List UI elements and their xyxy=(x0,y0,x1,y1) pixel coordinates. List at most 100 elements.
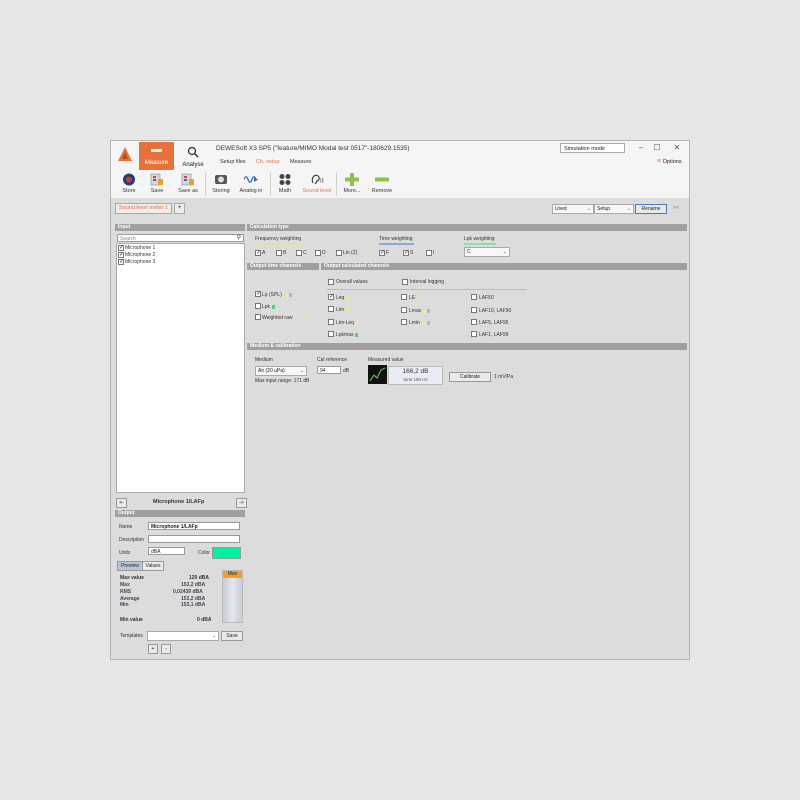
store-button[interactable]: Store xyxy=(115,172,143,196)
name-field[interactable]: Microphone 1/LAFp xyxy=(148,522,240,530)
checkbox-lim-leq[interactable] xyxy=(328,319,334,325)
checkbox-laf10-laf90[interactable] xyxy=(471,307,477,313)
sound-level-icon: ((( xyxy=(311,174,324,185)
checkbox-time-f[interactable] xyxy=(379,249,385,256)
save-as-button[interactable]: Save as xyxy=(174,172,202,196)
overall-values-label: Overall values xyxy=(336,279,368,285)
cal-reference-field[interactable]: 94 xyxy=(317,366,341,374)
tab-measure[interactable]: Measure xyxy=(290,159,311,165)
channel-checkbox[interactable] xyxy=(118,258,124,265)
max-value-label: Max value xyxy=(120,575,144,581)
swatch-green xyxy=(272,305,275,309)
leq-label: Leq xyxy=(336,295,345,301)
close-icon[interactable]: ✕ xyxy=(671,143,683,153)
measured-value: 166,2 dB xyxy=(402,368,429,375)
simulation-mode-field[interactable]: Simulation mode xyxy=(560,143,625,153)
max-input-range-label: Max input range: 171 dB xyxy=(255,378,310,384)
math-button[interactable]: Math xyxy=(271,172,299,196)
checkbox-weight-b[interactable] xyxy=(276,250,282,256)
laf5-laf95-label: LAF5, LAF95 xyxy=(479,320,509,326)
divider xyxy=(327,289,527,290)
checkbox-laf5-laf95[interactable] xyxy=(471,319,477,325)
tab-ch-setup[interactable]: Ch. setup xyxy=(256,159,280,165)
laf1-laf99-label: LAF1, LAF99 xyxy=(479,332,509,338)
save-button[interactable]: Save xyxy=(143,172,171,196)
color-swatch[interactable] xyxy=(212,547,241,559)
next-channel-button[interactable]: -> xyxy=(236,498,247,508)
checkbox-lpkmax[interactable] xyxy=(328,331,334,337)
checkbox-laf50[interactable] xyxy=(471,294,477,300)
search-input[interactable]: Search ⚲ xyxy=(117,234,244,242)
maximize-icon[interactable]: ☐ xyxy=(651,143,663,153)
calibrate-button[interactable]: Calibrate xyxy=(449,372,491,382)
description-field[interactable] xyxy=(148,535,240,543)
measure-mode-button[interactable]: Measure xyxy=(139,142,174,170)
sound-level-button[interactable]: ((( Sound level xyxy=(303,172,331,196)
measured-value-display: 166,2 dB Sine 180 Hz xyxy=(388,366,443,385)
units-field[interactable]: dBA xyxy=(148,547,185,555)
checkbox-time-s[interactable] xyxy=(403,249,409,256)
swatch-blue xyxy=(289,293,292,297)
cal-reference-label: Cal reference xyxy=(317,357,348,363)
frequency-weighting-underline xyxy=(255,243,305,245)
tab-preview[interactable]: Preview xyxy=(117,561,143,571)
more-button[interactable]: More... xyxy=(338,172,366,196)
templates-combo[interactable]: ⌄ xyxy=(147,631,219,641)
remove-template-button[interactable]: - xyxy=(161,644,171,654)
lpkmax-label: Lpkmax xyxy=(336,332,354,338)
tab-sound-level-meter-1[interactable]: Sound level meter 1 xyxy=(115,203,172,214)
checkbox-weight-d[interactable] xyxy=(315,250,321,256)
used-combo[interactable]: Used ⌄ xyxy=(552,204,594,214)
checkbox-interval-logging[interactable] xyxy=(402,279,408,285)
options-button[interactable]: ≡ Options xyxy=(657,158,682,165)
prev-channel-button[interactable]: <- xyxy=(116,498,127,508)
analog-in-button[interactable]: Analog in xyxy=(237,172,265,196)
add-tab-button[interactable]: + xyxy=(174,203,185,214)
template-save-button[interactable]: Save xyxy=(221,631,243,641)
remove-button[interactable]: Remove xyxy=(368,172,396,196)
checkbox-lmax[interactable] xyxy=(401,307,407,313)
save-icon xyxy=(150,173,163,186)
analyse-mode-button[interactable]: Analyse xyxy=(177,144,209,170)
laf50-label: LAF50 xyxy=(479,295,494,301)
tools-icon[interactable]: ✂ xyxy=(673,203,680,212)
medium-value: Air (20 uPa) xyxy=(258,368,285,374)
checkbox-weight-lin[interactable] xyxy=(336,250,342,256)
checkbox-time-i[interactable] xyxy=(426,250,432,256)
interval-logging-label: Interval logging xyxy=(410,279,444,285)
checkbox-lmin[interactable] xyxy=(401,319,407,325)
checkbox-weight-a[interactable] xyxy=(255,249,261,256)
output-header: Output xyxy=(115,510,245,517)
analog-in-icon xyxy=(244,176,258,183)
analyse-label: Analyse xyxy=(182,162,204,168)
list-item[interactable]: Microphone 1 xyxy=(125,245,155,251)
time-f-label: F xyxy=(386,250,390,256)
checkbox-weighted-raw[interactable] xyxy=(255,314,261,320)
storing-button[interactable]: Storing xyxy=(207,172,235,196)
math-label: Math xyxy=(278,188,292,194)
list-item[interactable]: Microphone 3 xyxy=(125,259,155,265)
checkbox-laf1-laf99[interactable] xyxy=(471,331,477,337)
magnifier-icon xyxy=(187,146,199,158)
add-template-button[interactable]: + xyxy=(148,644,158,654)
weight-lin-label: Lin (Z) xyxy=(343,250,358,256)
checkbox-leq[interactable] xyxy=(328,293,334,300)
checkbox-lpk[interactable] xyxy=(255,303,261,309)
checkbox-weight-c[interactable] xyxy=(296,250,302,256)
medium-combo[interactable]: Air (20 uPa) ⌄ xyxy=(255,366,307,376)
templates-label: Templates xyxy=(120,633,143,639)
min-value-label: Min value xyxy=(120,617,143,623)
checkbox-lp-spl[interactable] xyxy=(255,290,261,297)
list-item[interactable]: Microphone 2 xyxy=(125,252,155,258)
checkbox-lim[interactable] xyxy=(328,306,334,312)
lpk-weighting-combo[interactable]: C ⌄ xyxy=(464,247,510,257)
setup-combo[interactable]: Setup ⌄ xyxy=(594,204,634,214)
window-title: DEWESoft X3 SP5 ("feature/MIMO Modal tes… xyxy=(216,145,410,152)
lpk-weighting-underline xyxy=(464,243,496,245)
rename-button[interactable]: Rename xyxy=(635,204,667,214)
tab-setup-files[interactable]: Setup files xyxy=(220,159,246,165)
minimize-icon[interactable]: – xyxy=(635,143,647,153)
checkbox-le[interactable] xyxy=(401,294,407,300)
checkbox-overall-values[interactable] xyxy=(328,279,334,285)
tab-values[interactable]: Values xyxy=(142,561,164,571)
